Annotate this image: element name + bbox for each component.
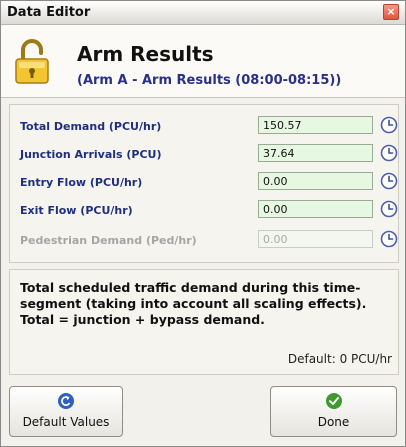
total-demand-field[interactable]: 150.57 bbox=[258, 116, 373, 134]
description-panel: Total scheduled traffic demand during th… bbox=[9, 269, 399, 375]
data-editor-window: Data Editor × Arm Results (Arm A - Arm R… bbox=[0, 0, 406, 447]
field-label: Total Demand (PCU/hr) bbox=[20, 120, 162, 133]
exit-flow-field[interactable]: 0.00 bbox=[258, 200, 373, 218]
lock-icon bbox=[15, 39, 49, 84]
default-value-text: Default: 0 PCU/hr bbox=[287, 352, 392, 366]
title-bar: Data Editor × bbox=[1, 1, 405, 25]
window-title: Data Editor bbox=[7, 5, 91, 20]
clock-icon[interactable] bbox=[380, 116, 398, 134]
field-label: Entry Flow (PCU/hr) bbox=[20, 176, 143, 189]
checkmark-icon bbox=[325, 393, 342, 409]
field-row-exit-flow: Exit Flow (PCU/hr) 0.00 bbox=[10, 197, 398, 223]
done-button[interactable]: Done bbox=[270, 386, 397, 437]
clock-icon[interactable] bbox=[380, 230, 398, 248]
field-row-junction-arrivals: Junction Arrivals (PCU) 37.64 bbox=[10, 141, 398, 167]
default-values-button[interactable]: Default Values bbox=[9, 386, 123, 437]
pedestrian-demand-field: 0.00 bbox=[258, 230, 373, 248]
done-label: Done bbox=[317, 415, 350, 429]
undo-icon bbox=[58, 393, 74, 409]
field-label: Exit Flow (PCU/hr) bbox=[20, 204, 133, 217]
field-label: Junction Arrivals (PCU) bbox=[20, 148, 162, 161]
description-text: Total scheduled traffic demand during th… bbox=[20, 280, 367, 327]
close-icon: × bbox=[386, 5, 396, 18]
junction-arrivals-field[interactable]: 37.64 bbox=[258, 144, 373, 162]
page-subtitle: (Arm A - Arm Results (08:00-08:15)) bbox=[77, 73, 342, 88]
clock-icon[interactable] bbox=[380, 200, 398, 218]
default-values-label: Default Values bbox=[22, 415, 110, 429]
page-title: Arm Results bbox=[77, 42, 214, 66]
field-row-pedestrian-demand: Pedestrian Demand (Ped/hr) 0.00 bbox=[10, 227, 398, 253]
field-row-entry-flow: Entry Flow (PCU/hr) 0.00 bbox=[10, 169, 398, 195]
clock-icon[interactable] bbox=[380, 172, 398, 190]
close-button[interactable]: × bbox=[383, 4, 399, 20]
field-label: Pedestrian Demand (Ped/hr) bbox=[20, 234, 197, 247]
fields-panel: Total Demand (PCU/hr) 150.57 Junction Ar… bbox=[9, 104, 399, 263]
field-row-total-demand: Total Demand (PCU/hr) 150.57 bbox=[10, 113, 398, 139]
clock-icon[interactable] bbox=[380, 144, 398, 162]
entry-flow-field[interactable]: 0.00 bbox=[258, 172, 373, 190]
header-panel: Arm Results (Arm A - Arm Results (08:00-… bbox=[1, 25, 405, 98]
